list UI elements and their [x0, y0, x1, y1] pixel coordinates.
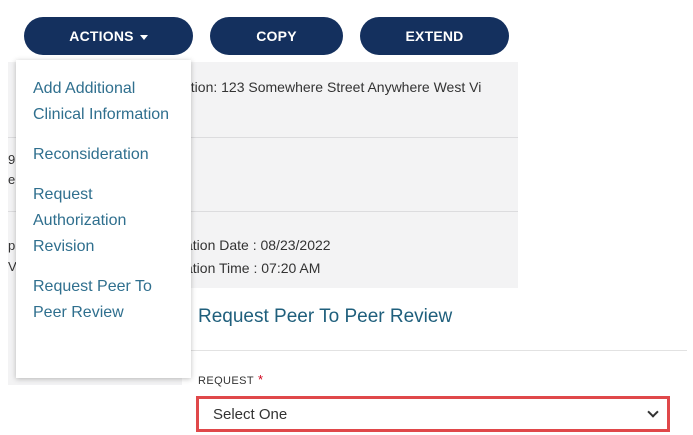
actions-button[interactable]: ACTIONS: [24, 17, 193, 55]
partial-text: e: [8, 172, 16, 187]
required-marker: *: [257, 372, 264, 387]
caret-down-icon: [139, 34, 148, 40]
form-title: Request Peer To Peer Review: [198, 306, 453, 327]
menu-item-reconsideration[interactable]: Reconsideration: [16, 142, 191, 168]
partial-text: 9: [8, 152, 16, 167]
authorization-date-text: ation Date : 08/23/2022: [185, 237, 331, 253]
form-divider: [182, 350, 687, 351]
location-text: ation: 123 Somewhere Street Anywhere Wes…: [183, 79, 482, 95]
chevron-down-icon: [647, 406, 659, 418]
menu-item-request-authorization-revision[interactable]: Request Authorization Revision: [16, 182, 191, 260]
request-label-text: REQUEST: [198, 375, 254, 387]
extend-button[interactable]: EXTEND: [360, 17, 509, 55]
actions-button-label: ACTIONS: [69, 28, 134, 44]
actions-menu: Add Additional Clinical Information Reco…: [16, 60, 191, 378]
page: ation: 123 Somewhere Street Anywhere Wes…: [0, 0, 693, 435]
peer-review-form: Request Peer To Peer Review REQUEST * Sel…: [182, 288, 693, 435]
request-field-label: REQUEST *: [198, 372, 263, 387]
extend-button-label: EXTEND: [405, 28, 464, 44]
authorization-time-text: ation Time : 07:20 AM: [185, 260, 321, 276]
menu-item-add-additional-clinical-information[interactable]: Add Additional Clinical Information: [16, 76, 191, 128]
menu-item-request-peer-to-peer-review[interactable]: Request Peer To Peer Review: [16, 274, 191, 326]
request-select[interactable]: Select One: [196, 396, 670, 432]
partial-text: p: [8, 238, 16, 253]
request-select-value: Select One: [213, 405, 288, 423]
copy-button-label: COPY: [256, 28, 297, 44]
copy-button[interactable]: COPY: [210, 17, 343, 55]
